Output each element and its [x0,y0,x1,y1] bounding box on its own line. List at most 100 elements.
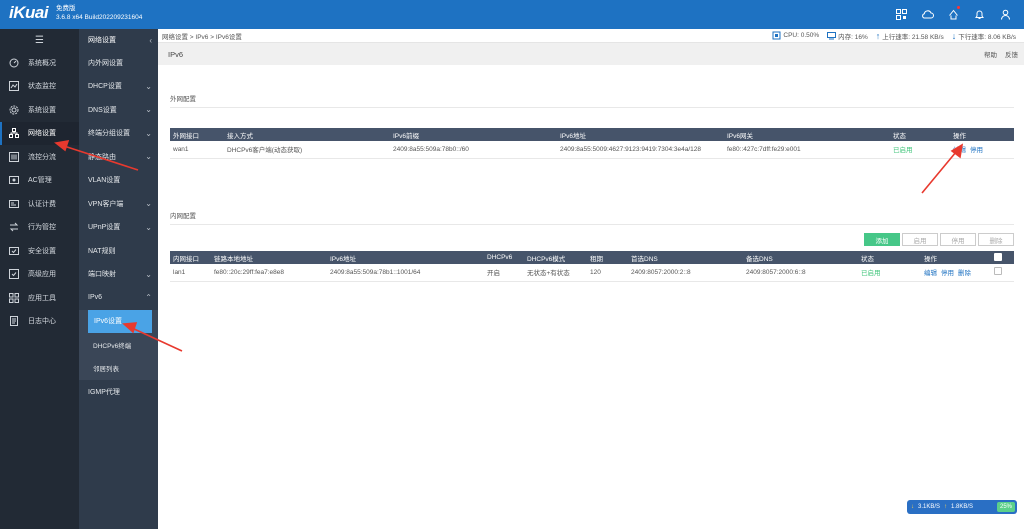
cloud-icon[interactable] [920,7,934,21]
submenu-title: 网络设置 [88,37,116,44]
submenu-item-dhcp[interactable]: DHCP设置 ⌄ [79,75,158,99]
submenu-item-nat[interactable]: NAT规则 [79,239,158,263]
sidebar-item-overview[interactable]: 系统概况 [0,51,79,75]
wan-iface: wan1 [170,141,224,159]
column-header: 首选DNS [628,251,743,264]
user-icon[interactable] [998,7,1012,21]
disable-link[interactable]: 停用 [941,270,954,277]
top-bar: iKuai 免费版 3.6.8 x64 Build202209231604 [0,0,1024,29]
submenu-item-ipv6[interactable]: IPv6 ⌃ [79,286,158,310]
upgrade-icon[interactable] [946,6,960,21]
submenu-item-label: 内外网设置 [88,59,123,67]
upload-speed: 1.8KB/S [951,504,974,510]
disable-button[interactable]: 停用 [940,233,976,246]
wan-prefix: 2409:8a55:509a:78b0::/60 [390,141,557,159]
sidebar-item-label: 流控分流 [28,153,56,161]
submenu-item-lan-wan[interactable]: 内外网设置 [79,51,158,75]
collapse-menu-icon[interactable]: ☰ [0,29,79,51]
submenu-item-label: DNS设置 [88,106,117,114]
submenu-item-upnp[interactable]: UPnP设置 ⌄ [79,216,158,240]
edit-link[interactable]: 编辑 [924,270,937,277]
sidebar-item-system[interactable]: 系统设置 [0,98,79,122]
submenu-item-neighbor-list[interactable]: 邻居列表 [79,356,158,380]
submenu-item-ipv6-settings[interactable]: IPv6设置 [79,309,158,333]
sidebar-item-advanced[interactable]: 高级应用 [0,263,79,287]
chevron-left-icon[interactable]: ‹ [149,36,152,45]
select-all-checkbox[interactable] [994,252,1002,261]
usage-percent: 25% [997,502,1015,512]
sidebar-item-tools[interactable]: 应用工具 [0,286,79,310]
submenu-item-vpn-client[interactable]: VPN客户端 ⌄ [79,192,158,216]
row-checkbox[interactable] [994,267,1002,276]
table-row: lan1 fe80::20c:29ff:fea7:e8e8 2409:8a55:… [170,264,1014,282]
gear-icon [9,105,19,115]
submenu-item-port-mapping[interactable]: 端口映射 ⌄ [79,263,158,287]
add-button[interactable]: 添加 [864,233,900,246]
submenu-item-label: IPv6 [88,294,103,302]
lan-secondary-dns: 2409:8057:2000:6::8 [743,264,858,282]
edit-link[interactable]: 编辑 [953,147,966,154]
upload-speed-icon: ↑ [944,504,948,510]
wan-actions: 编辑 停用 [950,141,1014,159]
chevron-down-icon: ⌄ [145,199,152,209]
submenu-item-vlan[interactable]: VLAN设置 [79,169,158,193]
breadcrumb: 网络设置 > IPv6 > IPv6设置 [162,33,242,41]
submenu-item-igmp-proxy[interactable]: IGMP代理 [79,380,158,404]
chevron-down-icon: ⌄ [145,128,152,138]
log-icon [9,316,19,327]
ikuai-logo[interactable]: iKuai [9,3,49,23]
qr-code-icon[interactable] [894,7,908,21]
lan-table-header: 内网接口 链路本地地址 IPv6地址 DHCPv6 DHCPv6模式 租期 首选… [170,251,1014,264]
delete-link[interactable]: 删除 [958,270,971,277]
submenu-item-label: IGMP代理 [88,388,120,396]
chevron-up-icon: ⌃ [145,293,152,303]
column-header: IPv6地址 [327,251,484,264]
submenu-item-label: 静态路由 [88,153,116,161]
sidebar-item-monitor[interactable]: 状态监控 [0,75,79,99]
sidebar-item-log[interactable]: 日志中心 [0,310,79,334]
speed-widget[interactable]: ↓ 3.1KB/S ↑ 1.8KB/S 25% [907,500,1017,514]
ac-management-icon [9,175,19,185]
row-select [991,264,1014,282]
top-icons [894,6,1012,21]
feedback-link[interactable]: 反馈 [1005,49,1018,59]
behavior-control-icon [9,222,19,232]
submenu-item-static-route[interactable]: 静态路由 ⌄ [79,145,158,169]
chevron-down-icon: ⌄ [145,152,152,162]
enable-button[interactable]: 启用 [902,233,938,246]
submenu-item-label: 终端分组设置 [88,130,130,138]
submenu-item-dhcpv6-terminal[interactable]: DHCPv6终端 [79,333,158,357]
lan-dhcpv6: 开启 [484,264,524,282]
download-stat: ↓ 下行速率: 8.06 KB/s [951,30,1016,41]
sidebar-item-security[interactable]: 安全设置 [0,239,79,263]
delete-button[interactable]: 删除 [978,233,1014,246]
bell-icon[interactable] [972,7,986,21]
sidebar-item-label: 状态监控 [28,83,56,91]
submenu-item-dns[interactable]: DNS设置 ⌄ [79,98,158,122]
lan-iface: lan1 [170,264,211,282]
download-speed-icon: ↓ [911,504,914,510]
sidebar-item-label: AC管理 [28,177,52,185]
cpu-icon [772,31,781,40]
sidebar-item-network[interactable]: 网络设置 [0,121,79,145]
lan-section-title: 内网配置 [170,210,1014,225]
sidebar-item-behavior[interactable]: 行为管控 [0,216,79,240]
monitor-chart-icon [9,81,19,92]
submenu-item-label: DHCPv6终端 [93,342,132,350]
sidebar-item-label: 高级应用 [28,271,56,279]
primary-sidebar: ☰ 系统概况 状态监控 系统设置 网络设置 流控分流 AC管理 认证计费 行为管… [0,29,79,529]
main-content: 网络设置 > IPv6 > IPv6设置 CPU: 0.50% 内存: 16% … [158,29,1024,529]
submenu-item-terminal-group[interactable]: 终端分组设置 ⌄ [79,122,158,146]
lan-link-local: fe80::20c:29ff:fea7:e8e8 [211,264,327,282]
status-badge: 已启用 [890,141,950,159]
wan-table-header: 外网接口 接入方式 IPv6前缀 IPv6地址 IPv6网关 状态 操作 [170,128,1014,141]
app-tools-icon [9,292,19,303]
flow-control-icon [9,151,19,162]
sidebar-item-flow[interactable]: 流控分流 [0,145,79,169]
sidebar-item-auth[interactable]: 认证计费 [0,192,79,216]
column-header: 租期 [587,251,628,264]
disable-link[interactable]: 停用 [970,147,983,154]
sidebar-item-ac[interactable]: AC管理 [0,169,79,193]
security-icon [9,246,19,256]
help-link[interactable]: 帮助 [984,49,997,59]
